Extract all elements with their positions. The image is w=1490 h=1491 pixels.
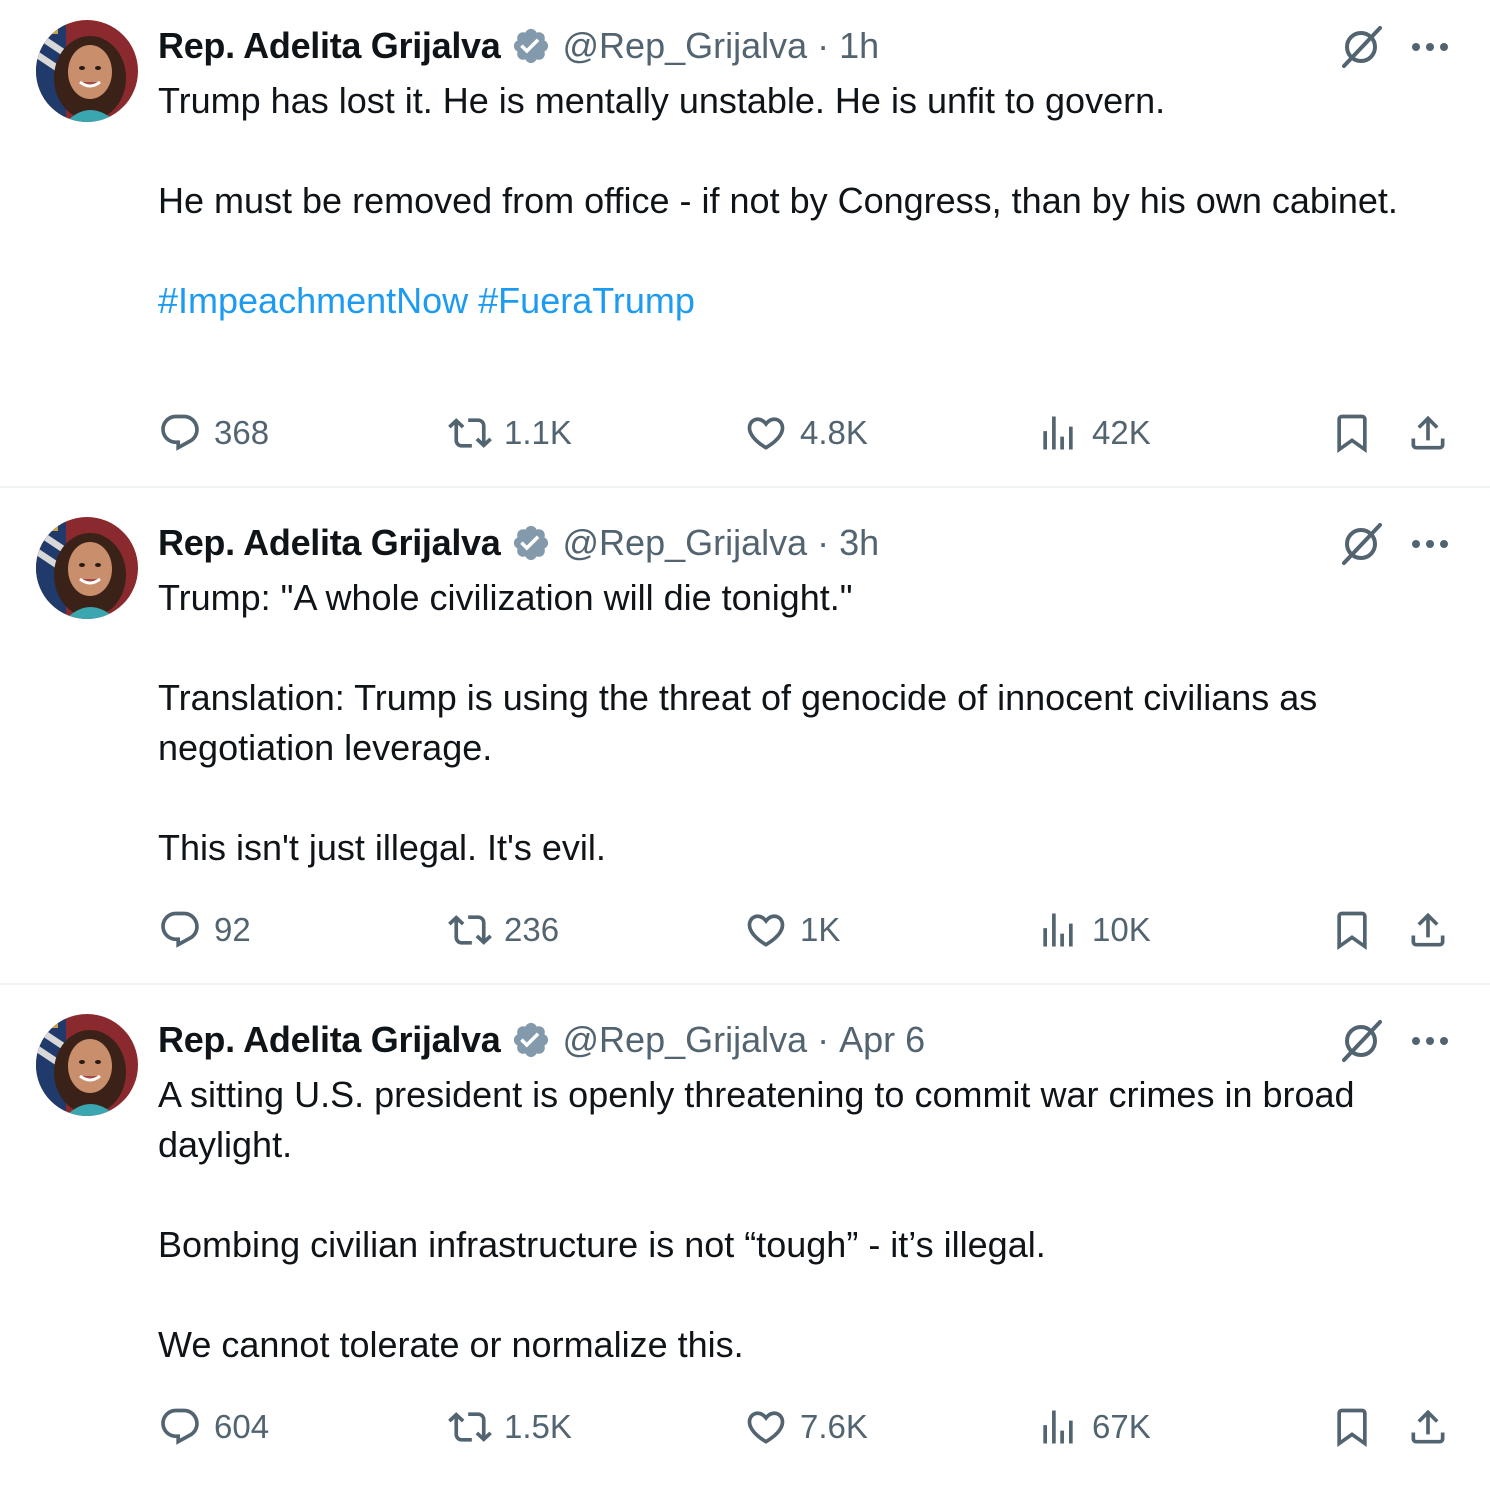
- repost-icon: [448, 915, 492, 945]
- separator-dot: ·: [817, 1019, 830, 1060]
- tweet-time[interactable]: Apr 6: [839, 1019, 925, 1061]
- like-button[interactable]: 4.8K: [744, 408, 868, 458]
- tweet-divider: [0, 486, 1490, 488]
- views-count: 42K: [1092, 414, 1151, 451]
- repost-button[interactable]: 1.5K: [448, 1402, 572, 1452]
- verified-badge-icon: [511, 1020, 551, 1060]
- like-icon: [747, 1411, 785, 1444]
- author-name[interactable]: Rep. Adelita Grijalva: [158, 522, 501, 564]
- tweet-actions: 604 1.5K 7.6K 67K: [158, 1402, 1458, 1452]
- tweet-paragraph: Translation: Trump is using the threat o…: [158, 677, 1318, 768]
- repost-count: 236: [504, 911, 560, 948]
- tweet-header: Rep. Adelita Grijalva @Rep_Grijalva · 1h: [158, 22, 879, 70]
- author-handle[interactable]: @Rep_Grijalva: [563, 522, 808, 564]
- repost-icon: [448, 418, 492, 448]
- more-icon[interactable]: [1408, 24, 1452, 70]
- views-icon: [1043, 416, 1073, 450]
- avatar[interactable]: [36, 517, 138, 619]
- repost-button[interactable]: 236: [448, 905, 559, 955]
- share-button[interactable]: [1406, 408, 1462, 458]
- tweet-paragraph: A sitting U.S. president is openly threa…: [158, 1074, 1355, 1165]
- bookmark-icon: [1337, 414, 1367, 454]
- hashtags: #ImpeachmentNow #FueraTrump: [158, 276, 1468, 326]
- tweet-paragraph: Trump: "A whole civilization will die to…: [158, 577, 853, 618]
- bookmark-icon: [1337, 1408, 1367, 1448]
- more-icon[interactable]: [1408, 1018, 1452, 1064]
- like-icon: [747, 914, 785, 947]
- share-button[interactable]: [1406, 905, 1462, 955]
- tweet-divider: [0, 983, 1490, 985]
- bookmark-button[interactable]: [1330, 905, 1386, 955]
- share-icon: [1411, 1409, 1445, 1444]
- hashtag-link[interactable]: #FueraTrump: [478, 280, 695, 321]
- avatar[interactable]: [36, 1014, 138, 1116]
- tweet-time[interactable]: 1h: [839, 25, 879, 67]
- grok-icon[interactable]: [1336, 24, 1386, 70]
- like-count: 4.8K: [800, 414, 868, 451]
- views-count: 67K: [1092, 1408, 1151, 1445]
- tweet-paragraph: Bombing civilian infrastructure is not “…: [158, 1224, 1046, 1265]
- bookmark-button[interactable]: [1330, 1402, 1386, 1452]
- separator-dot: ·: [817, 25, 830, 66]
- author-handle[interactable]: @Rep_Grijalva: [563, 25, 808, 67]
- separator-dot: ·: [817, 522, 830, 563]
- tweet-actions: 368 1.1K 4.8K 42K: [158, 408, 1458, 458]
- like-icon: [747, 417, 785, 450]
- tweet-paragraph: Trump has lost it. He is mentally unstab…: [158, 80, 1166, 121]
- repost-count: 1.1K: [504, 414, 572, 451]
- views-count: 10K: [1092, 911, 1151, 948]
- bookmark-button[interactable]: [1330, 408, 1386, 458]
- repost-button[interactable]: 1.1K: [448, 408, 572, 458]
- author-name[interactable]: Rep. Adelita Grijalva: [158, 1019, 501, 1061]
- verified-badge-icon: [511, 26, 551, 66]
- tweet[interactable]: Rep. Adelita Grijalva @Rep_Grijalva · Ap…: [0, 994, 1490, 1491]
- avatar[interactable]: [36, 20, 138, 122]
- tweet-time[interactable]: 3h: [839, 522, 879, 564]
- tweet-paragraph: We cannot tolerate or normalize this.: [158, 1324, 744, 1365]
- reply-button[interactable]: 92: [158, 905, 251, 955]
- tweet-text: Trump: "A whole civilization will die to…: [158, 573, 1468, 873]
- like-count: 1K: [800, 911, 841, 948]
- like-button[interactable]: 1K: [744, 905, 840, 955]
- reply-icon: [161, 1408, 199, 1445]
- tweet[interactable]: Rep. Adelita Grijalva @Rep_Grijalva · 1h: [0, 0, 1490, 497]
- tweet-actions: 92 236 1K 10K: [158, 905, 1458, 955]
- reply-count: 604: [214, 1408, 270, 1445]
- verified-badge-icon: [511, 523, 551, 563]
- reply-count: 368: [214, 414, 270, 451]
- reply-icon: [161, 414, 199, 451]
- tweet-header: Rep. Adelita Grijalva @Rep_Grijalva · 3h: [158, 519, 879, 567]
- author-name[interactable]: Rep. Adelita Grijalva: [158, 25, 501, 67]
- grok-icon[interactable]: [1336, 521, 1386, 567]
- views-icon: [1043, 1410, 1073, 1444]
- tweet-header: Rep. Adelita Grijalva @Rep_Grijalva · Ap…: [158, 1016, 925, 1064]
- share-button[interactable]: [1406, 1402, 1462, 1452]
- tweet[interactable]: Rep. Adelita Grijalva @Rep_Grijalva · 3h: [0, 497, 1490, 994]
- more-icon[interactable]: [1408, 521, 1452, 567]
- share-icon: [1411, 912, 1445, 947]
- views-button[interactable]: 10K: [1036, 905, 1151, 955]
- like-button[interactable]: 7.6K: [744, 1402, 868, 1452]
- tweet-paragraph: He must be removed from office - if not …: [158, 180, 1398, 221]
- tweet-text: A sitting U.S. president is openly threa…: [158, 1070, 1468, 1370]
- hashtag-link[interactable]: #ImpeachmentNow: [158, 280, 468, 321]
- views-button[interactable]: 67K: [1036, 1402, 1151, 1452]
- reply-button[interactable]: 368: [158, 408, 269, 458]
- views-button[interactable]: 42K: [1036, 408, 1151, 458]
- views-icon: [1043, 913, 1073, 947]
- bookmark-icon: [1337, 911, 1367, 951]
- repost-count: 1.5K: [504, 1408, 572, 1445]
- reply-count: 92: [214, 911, 251, 948]
- tweet-text: Trump has lost it. He is mentally unstab…: [158, 76, 1468, 326]
- reply-icon: [161, 911, 199, 948]
- share-icon: [1411, 415, 1445, 450]
- tweet-paragraph: This isn't just illegal. It's evil.: [158, 827, 606, 868]
- repost-icon: [448, 1412, 492, 1442]
- author-handle[interactable]: @Rep_Grijalva: [563, 1019, 808, 1061]
- like-count: 7.6K: [800, 1408, 868, 1445]
- reply-button[interactable]: 604: [158, 1402, 269, 1452]
- grok-icon[interactable]: [1336, 1018, 1386, 1064]
